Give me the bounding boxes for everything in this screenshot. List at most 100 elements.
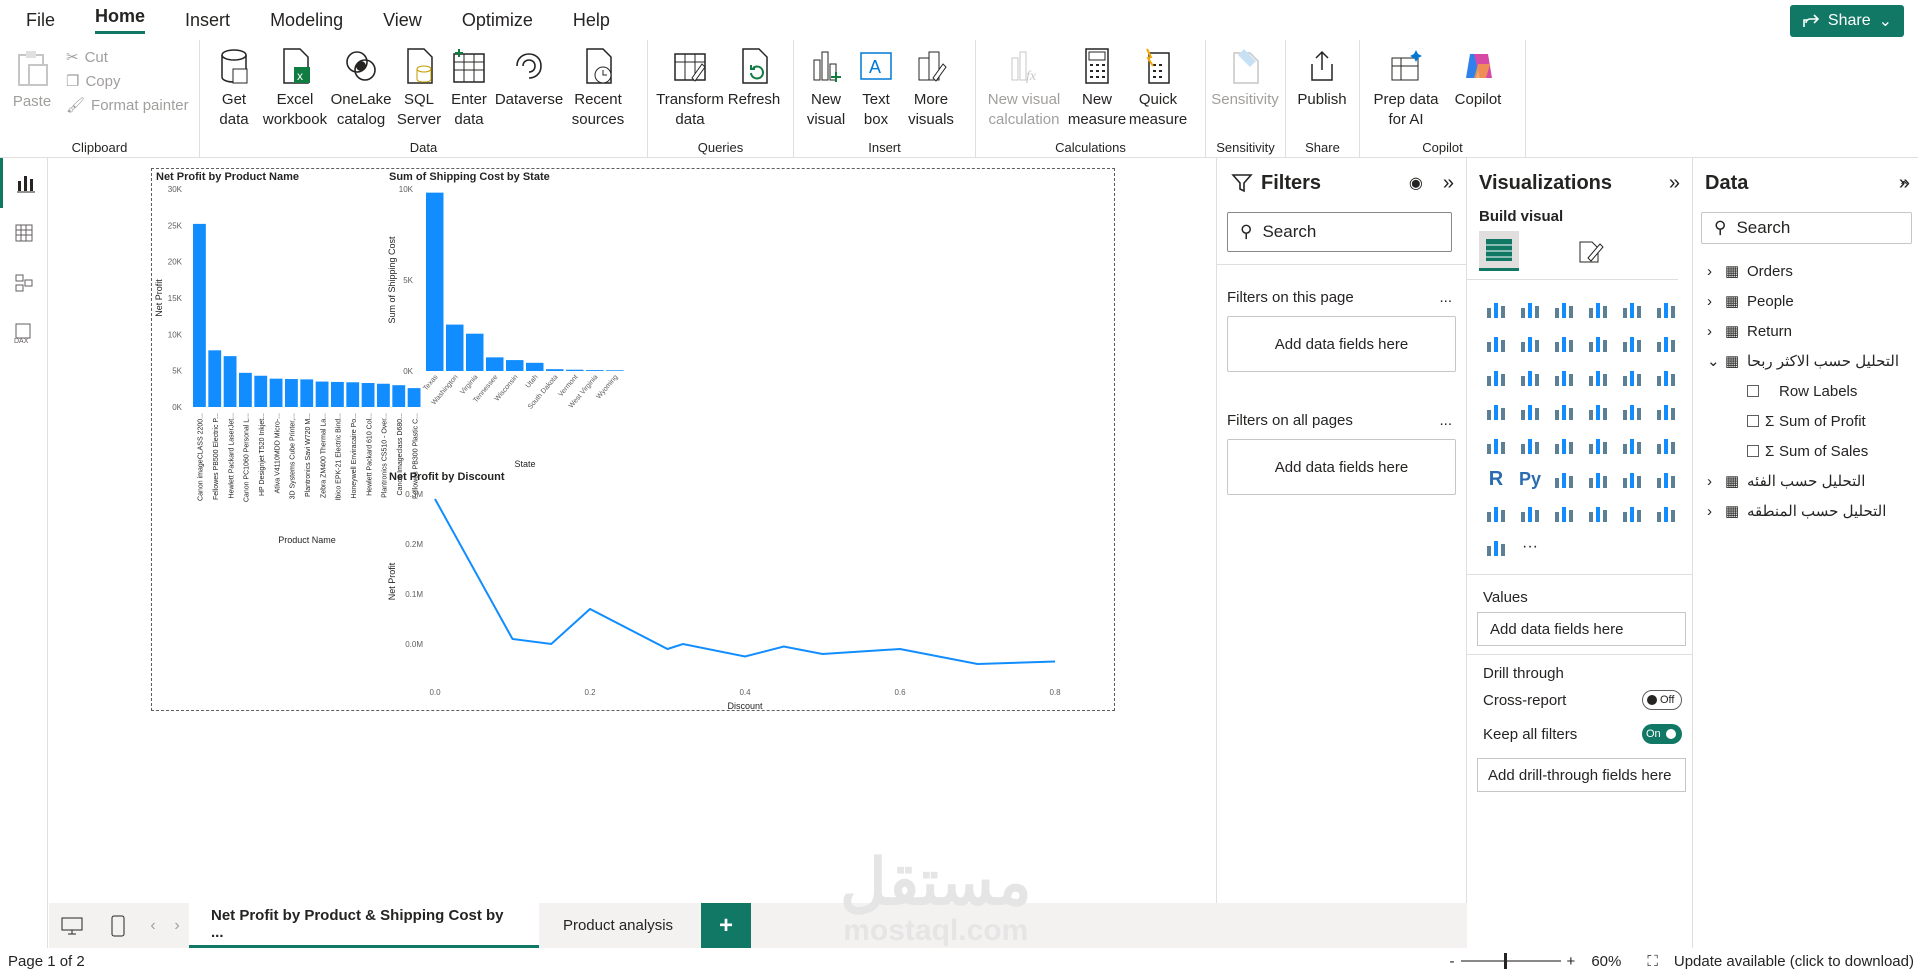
more-icon[interactable]: ··· xyxy=(1513,530,1547,564)
transform-data-button[interactable]: Transform data xyxy=(654,46,726,130)
r-visual-icon[interactable]: R xyxy=(1479,462,1513,496)
prep-data-ai-button[interactable]: Prep data for AI xyxy=(1366,46,1446,130)
donut-icon[interactable] xyxy=(1649,360,1683,394)
copilot-button[interactable]: Copilot xyxy=(1446,46,1510,110)
refresh-button[interactable]: Refresh xyxy=(726,46,782,110)
build-visual-tab[interactable] xyxy=(1479,231,1519,271)
sql-server-button[interactable]: SQL Server xyxy=(394,46,444,130)
new-measure-button[interactable]: New measure xyxy=(1066,46,1128,130)
share-button[interactable]: Share ⌄ xyxy=(1789,5,1904,37)
smart-narrative-icon[interactable] xyxy=(1649,462,1683,496)
mobile-layout-icon[interactable] xyxy=(95,915,141,937)
card-new-icon[interactable] xyxy=(1547,496,1581,530)
menu-view[interactable]: View xyxy=(383,10,422,31)
map-icon[interactable] xyxy=(1513,394,1547,428)
shape-map-icon[interactable] xyxy=(1581,394,1615,428)
filled-map-icon[interactable] xyxy=(1547,394,1581,428)
stacked-area-icon[interactable] xyxy=(1547,326,1581,360)
add-page-button[interactable]: + xyxy=(701,903,751,948)
sensitivity-button[interactable]: Sensitivity xyxy=(1211,46,1279,110)
table-return[interactable]: › ▦ Return xyxy=(1707,316,1918,346)
gauge-icon[interactable] xyxy=(1649,394,1683,428)
menu-optimize[interactable]: Optimize xyxy=(462,10,533,31)
key-influencers-icon[interactable] xyxy=(1547,462,1581,496)
filters-search-input[interactable]: ⚲ Search xyxy=(1227,212,1452,252)
clustered-bar-icon[interactable] xyxy=(1547,292,1581,326)
enter-data-button[interactable]: Enter data xyxy=(444,46,494,130)
update-available-link[interactable]: Update available (click to download) xyxy=(1674,953,1914,970)
paginated-icon[interactable] xyxy=(1513,496,1547,530)
card-icon[interactable] xyxy=(1479,428,1513,462)
line-chart-icon[interactable] xyxy=(1479,326,1513,360)
quick-measure-button[interactable]: Quick measure xyxy=(1128,46,1188,130)
dataverse-button[interactable]: Dataverse xyxy=(494,46,564,110)
drill-through-dropzone[interactable]: Add drill-through fields here xyxy=(1477,758,1686,792)
zoom-in-button[interactable]: + xyxy=(1567,953,1576,970)
zoom-slider-thumb[interactable] xyxy=(1503,953,1507,969)
field-row-labels[interactable]: Row Labels xyxy=(1707,376,1918,406)
chevron-icon[interactable] xyxy=(1479,530,1513,564)
more-options-icon[interactable]: ... xyxy=(1439,289,1452,306)
profit-discount-chart[interactable]: Net Profit by Discount 0.0M 0.1M 0.2M 0.3M 0.… xyxy=(385,469,1065,711)
excel-workbook-button[interactable]: x Excel workbook xyxy=(262,46,328,130)
report-view-icon[interactable] xyxy=(0,158,48,208)
tab-net-profit-shipping[interactable]: Net Profit by Product & Shipping Cost by… xyxy=(189,903,539,948)
data-search-input[interactable]: ⚲ Search xyxy=(1701,212,1912,244)
onelake-catalog-button[interactable]: OneLake catalog xyxy=(328,46,394,130)
ribbon-icon[interactable] xyxy=(1581,326,1615,360)
pie-icon[interactable] xyxy=(1615,360,1649,394)
get-data-button[interactable]: Get data xyxy=(206,46,262,130)
tab-product-analysis[interactable]: Product analysis xyxy=(539,903,697,948)
zoom-out-button[interactable]: - xyxy=(1450,953,1455,970)
zoom-slider[interactable] xyxy=(1460,953,1561,969)
dax-query-view-icon[interactable]: DAX xyxy=(0,308,48,358)
qa-icon[interactable] xyxy=(1615,462,1649,496)
area-chart-icon[interactable] xyxy=(1513,326,1547,360)
collapse-data-icon[interactable]: » xyxy=(1899,172,1910,195)
azure-map-icon[interactable] xyxy=(1615,394,1649,428)
page-filter-dropzone[interactable]: Add data fields here xyxy=(1227,316,1456,372)
recent-sources-button[interactable]: Recent sources xyxy=(564,46,632,130)
menu-insert[interactable]: Insert xyxy=(185,10,230,31)
waterfall-icon[interactable] xyxy=(1615,326,1649,360)
power-apps-icon[interactable] xyxy=(1581,496,1615,530)
collapse-visualizations-icon[interactable]: » xyxy=(1669,172,1680,195)
stacked-bar-icon[interactable] xyxy=(1479,292,1513,326)
menu-modeling[interactable]: Modeling xyxy=(270,10,343,31)
checkbox[interactable] xyxy=(1747,385,1759,397)
tab-next-icon[interactable]: › xyxy=(165,917,189,935)
cross-report-toggle[interactable]: Off xyxy=(1642,690,1682,710)
table-orders[interactable]: › ▦ Orders xyxy=(1707,256,1918,286)
table-by-region[interactable]: › ▦ التحليل حسب المنطقه xyxy=(1707,496,1918,526)
table-by-category[interactable]: › ▦ التحليل حسب الفئه xyxy=(1707,466,1918,496)
menu-file[interactable]: File xyxy=(26,10,55,31)
treemap-icon[interactable] xyxy=(1479,394,1513,428)
funnel-icon[interactable] xyxy=(1547,360,1581,394)
line-clustered-icon[interactable] xyxy=(1479,360,1513,394)
keep-filters-toggle[interactable]: On xyxy=(1642,724,1682,744)
trophy-icon[interactable] xyxy=(1479,496,1513,530)
fit-to-page-icon[interactable]: ⛶ xyxy=(1647,953,1658,970)
matrix-icon[interactable] xyxy=(1649,428,1683,462)
table-icon[interactable] xyxy=(1615,428,1649,462)
multi-row-card-icon[interactable] xyxy=(1513,428,1547,462)
values-dropzone[interactable]: Add data fields here xyxy=(1477,612,1686,646)
format-visual-tab[interactable] xyxy=(1569,231,1609,271)
new-visual-calculation-button[interactable]: fx New visual calculation xyxy=(982,46,1066,130)
stacked-column-icon[interactable] xyxy=(1513,292,1547,326)
100-bar-icon[interactable] xyxy=(1615,292,1649,326)
waterfall-2-icon[interactable] xyxy=(1513,360,1547,394)
table-most-profitable[interactable]: ⌄ ▦ التحليل حسب الاكثر ربحا xyxy=(1707,346,1918,376)
checkbox[interactable] xyxy=(1747,445,1759,457)
100-column-icon[interactable] xyxy=(1649,292,1683,326)
more-options-icon[interactable]: ... xyxy=(1439,412,1452,429)
scatter-icon[interactable] xyxy=(1581,360,1615,394)
diamond-icon[interactable] xyxy=(1649,496,1683,530)
decomposition-tree-icon[interactable] xyxy=(1581,462,1615,496)
line-column-icon[interactable] xyxy=(1649,326,1683,360)
table-people[interactable]: › ▦ People xyxy=(1707,286,1918,316)
collapse-filters-icon[interactable]: » xyxy=(1443,172,1454,195)
publish-button[interactable]: Publish xyxy=(1292,46,1352,110)
power-automate-icon[interactable] xyxy=(1615,496,1649,530)
checkbox[interactable] xyxy=(1747,415,1759,427)
